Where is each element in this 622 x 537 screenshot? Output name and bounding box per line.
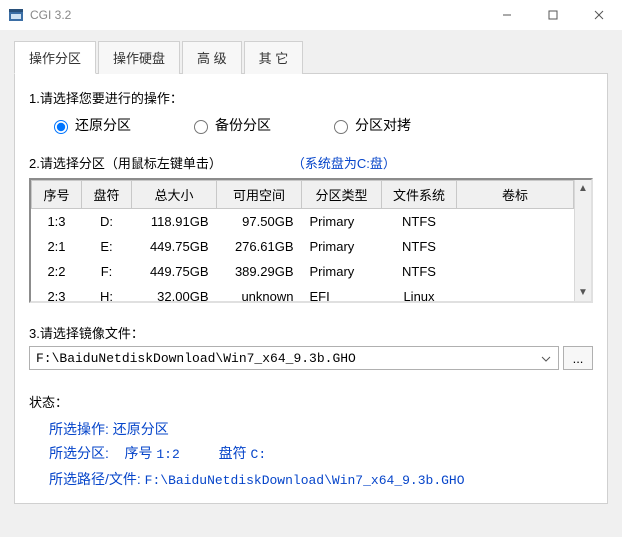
column-header[interactable]: 序号: [32, 181, 82, 209]
tab-0[interactable]: 操作分区: [14, 41, 96, 74]
radio-option-2[interactable]: 分区对拷: [329, 115, 411, 135]
status-drive-label: 盘符: [219, 445, 247, 461]
step1-radios: 还原分区 备份分区 分区对拷: [49, 115, 593, 135]
image-path-value: F:\BaiduNetdiskDownload\Win7_x64_9.3b.GH…: [36, 351, 538, 366]
radio-label-2: 分区对拷: [355, 115, 411, 135]
column-header[interactable]: 可用空间: [217, 181, 302, 209]
titlebar: CGI 3.2: [0, 0, 622, 30]
radio-input-1[interactable]: [194, 120, 208, 134]
radio-option-0[interactable]: 还原分区: [49, 115, 131, 135]
status-seq-label: 序号: [124, 445, 152, 461]
app-icon: [8, 7, 24, 23]
radio-label-0: 还原分区: [75, 115, 131, 135]
scroll-down-icon[interactable]: ▼: [575, 284, 591, 301]
step3-label: 3.请选择镜像文件：: [29, 323, 593, 342]
status-drive-value: C:: [251, 447, 267, 462]
image-path-combobox[interactable]: F:\BaiduNetdiskDownload\Win7_x64_9.3b.GH…: [29, 346, 559, 370]
radio-input-0[interactable]: [54, 120, 68, 134]
partition-table: 序号盘符总大小可用空间分区类型文件系统卷标 1:3D:118.91GB97.50…: [29, 178, 593, 303]
minimize-button[interactable]: [484, 0, 530, 30]
step2-hint: （系统盘为C:盘）: [292, 153, 396, 172]
column-header[interactable]: 分区类型: [302, 181, 382, 209]
radio-label-1: 备份分区: [215, 115, 271, 135]
tab-3[interactable]: 其 它: [244, 41, 304, 74]
column-header[interactable]: 文件系统: [382, 181, 457, 209]
table-row[interactable]: 1:3D:118.91GB97.50GBPrimaryNTFS: [32, 209, 574, 235]
scroll-up-icon[interactable]: ▲: [575, 180, 591, 197]
radio-input-2[interactable]: [334, 120, 348, 134]
maximize-button[interactable]: [530, 0, 576, 30]
window-title: CGI 3.2: [30, 8, 484, 22]
close-button[interactable]: [576, 0, 622, 30]
status-seq-value: 1:2: [156, 447, 179, 462]
browse-button[interactable]: ...: [563, 346, 593, 370]
tab-1[interactable]: 操作硬盘: [98, 41, 180, 74]
status-op-value: 还原分区: [113, 421, 169, 437]
status-op-label: 所选操作:: [49, 421, 109, 437]
status-path-value: F:\BaiduNetdiskDownload\Win7_x64_9.3b.GH…: [145, 473, 465, 488]
status-path-label: 所选路径/文件:: [49, 471, 141, 487]
column-header[interactable]: 卷标: [457, 181, 574, 209]
radio-option-1[interactable]: 备份分区: [189, 115, 271, 135]
status-part-label: 所选分区:: [49, 445, 109, 461]
column-header[interactable]: 总大小: [132, 181, 217, 209]
step2-label: 2.请选择分区（用鼠标左键单击）: [29, 153, 222, 172]
step1-label: 1.请选择您要进行的操作：: [29, 88, 593, 107]
tabs: 操作分区操作硬盘高 级其 它: [14, 40, 608, 74]
column-header[interactable]: 盘符: [82, 181, 132, 209]
table-row[interactable]: 2:2F:449.75GB389.29GBPrimaryNTFS: [32, 259, 574, 284]
chevron-down-icon[interactable]: [538, 351, 554, 366]
table-row[interactable]: 2:3H:32.00GBunknownEFILinux: [32, 284, 574, 301]
tab-2[interactable]: 高 级: [182, 41, 242, 74]
table-scrollbar[interactable]: ▲ ▼: [574, 180, 591, 301]
table-row[interactable]: 2:1E:449.75GB276.61GBPrimaryNTFS: [32, 234, 574, 259]
status-label: 状态：: [29, 392, 593, 411]
